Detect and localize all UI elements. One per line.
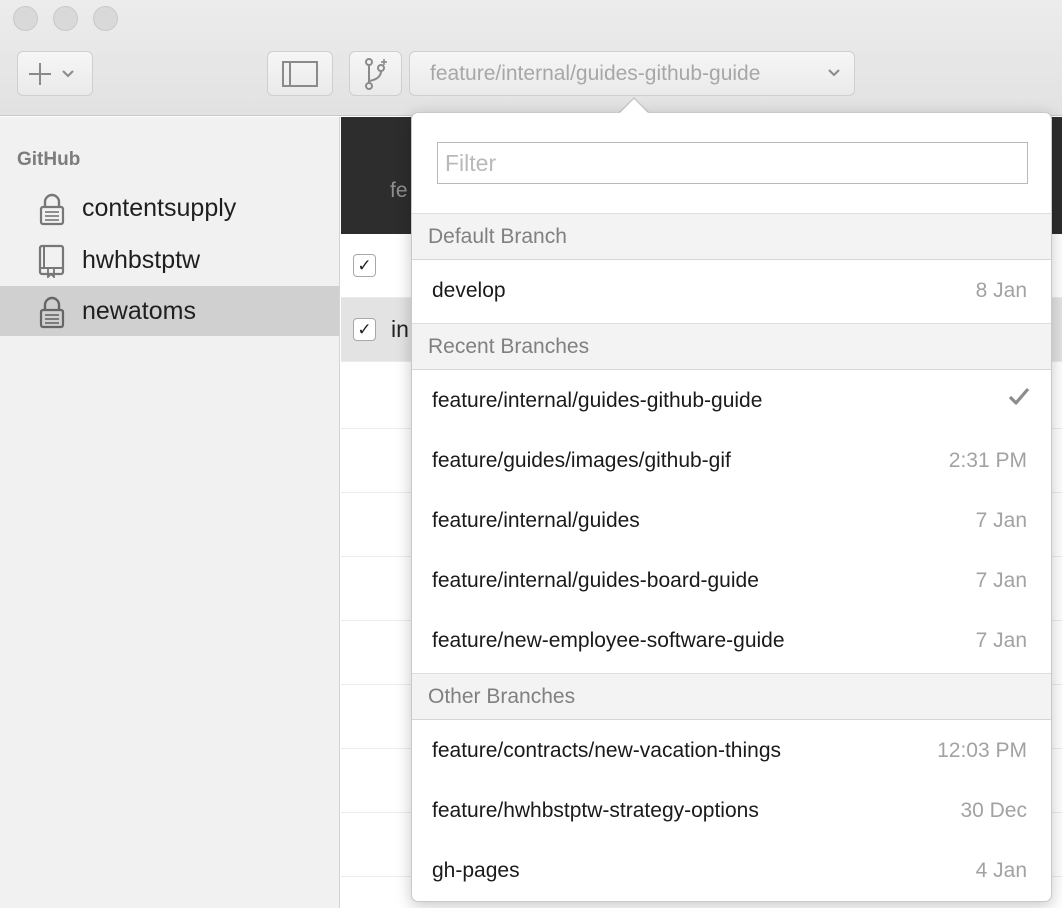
branch-icon	[364, 57, 387, 90]
sidebar-icon	[282, 60, 318, 87]
branch-item-develop[interactable]: develop 8 Jan	[412, 262, 1051, 322]
book-icon	[38, 244, 65, 278]
section-header-default: Default Branch	[412, 213, 1051, 260]
branch-name: feature/new-employee-software-guide	[432, 629, 785, 652]
create-branch-button[interactable]	[349, 51, 402, 96]
plus-icon	[29, 62, 74, 85]
chevron-down-icon	[828, 69, 840, 77]
branch-filter-input[interactable]	[437, 142, 1028, 184]
sidebar-section-heading: GitHub	[17, 149, 81, 170]
branch-name: feature/internal/guides-board-guide	[432, 569, 759, 592]
branch-date: 4 Jan	[975, 859, 1027, 882]
checkmark-icon	[1008, 387, 1030, 405]
repo-label: contentsupply	[82, 193, 237, 222]
repository-sidebar: GitHub contentsupply hwhbstptw newatoms	[0, 117, 340, 908]
main-header-text: fe	[390, 179, 408, 202]
branch-item-guides-board-guide[interactable]: feature/internal/guides-board-guide 7 Ja…	[412, 552, 1051, 612]
branch-name: gh-pages	[432, 859, 520, 882]
branch-name: develop	[432, 279, 506, 302]
window-close-button[interactable]	[13, 6, 38, 31]
window-minimize-button[interactable]	[53, 6, 78, 31]
toggle-sidebar-button[interactable]	[267, 51, 333, 96]
sidebar-item-hwhbstptw[interactable]: hwhbstptw	[0, 236, 339, 284]
branch-date: 7 Jan	[975, 509, 1027, 532]
branch-item-hwhbstptw-strategy-options[interactable]: feature/hwhbstptw-strategy-options 30 De…	[412, 782, 1051, 842]
sidebar-item-newatoms[interactable]: newatoms	[0, 286, 339, 336]
branch-date: 30 Dec	[960, 799, 1027, 822]
repo-label: newatoms	[82, 296, 196, 325]
branch-item-new-vacation-things[interactable]: feature/contracts/new-vacation-things 12…	[412, 722, 1051, 782]
branch-selector[interactable]: feature/internal/guides-github-guide	[409, 51, 855, 96]
branch-name: feature/internal/guides	[432, 509, 640, 532]
branch-item-guides-github-guide[interactable]: feature/internal/guides-github-guide	[412, 372, 1051, 432]
branch-item-github-gif[interactable]: feature/guides/images/github-gif 2:31 PM	[412, 432, 1051, 492]
repo-label: hwhbstptw	[82, 245, 201, 274]
branch-name: feature/internal/guides-github-guide	[432, 389, 763, 412]
branch-name: feature/contracts/new-vacation-things	[432, 739, 782, 762]
row-text: in	[391, 316, 409, 342]
branch-name: feature/guides/images/github-gif	[432, 449, 731, 472]
sidebar-item-contentsupply[interactable]: contentsupply	[0, 184, 339, 232]
add-repository-button[interactable]	[17, 51, 93, 96]
branch-date: 8 Jan	[975, 279, 1027, 302]
branch-date: 7 Jan	[975, 629, 1027, 652]
section-header-recent: Recent Branches	[412, 323, 1051, 370]
branch-name: feature/hwhbstptw-strategy-options	[432, 799, 759, 822]
window-toolbar: feature/internal/guides-github-guide	[0, 0, 1062, 116]
branch-item-new-employee-software-guide[interactable]: feature/new-employee-software-guide 7 Ja…	[412, 612, 1051, 672]
branch-item-internal-guides[interactable]: feature/internal/guides 7 Jan	[412, 492, 1051, 552]
section-header-other: Other Branches	[412, 673, 1051, 720]
branch-date: 12:03 PM	[937, 739, 1027, 762]
row-checkbox[interactable]: ✓	[353, 318, 376, 341]
branch-date: 7 Jan	[975, 569, 1027, 592]
current-branch-label: feature/internal/guides-github-guide	[430, 61, 761, 85]
popover-arrow	[620, 99, 648, 113]
lock-icon	[39, 193, 65, 226]
row-checkbox[interactable]: ✓	[353, 254, 376, 277]
branch-popover: Default Branch develop 8 Jan Recent Bran…	[411, 112, 1052, 902]
branch-date: 2:31 PM	[948, 449, 1027, 472]
lock-icon	[39, 296, 65, 329]
window-zoom-button[interactable]	[93, 6, 118, 31]
branch-item-gh-pages[interactable]: gh-pages 4 Jan	[412, 842, 1051, 902]
